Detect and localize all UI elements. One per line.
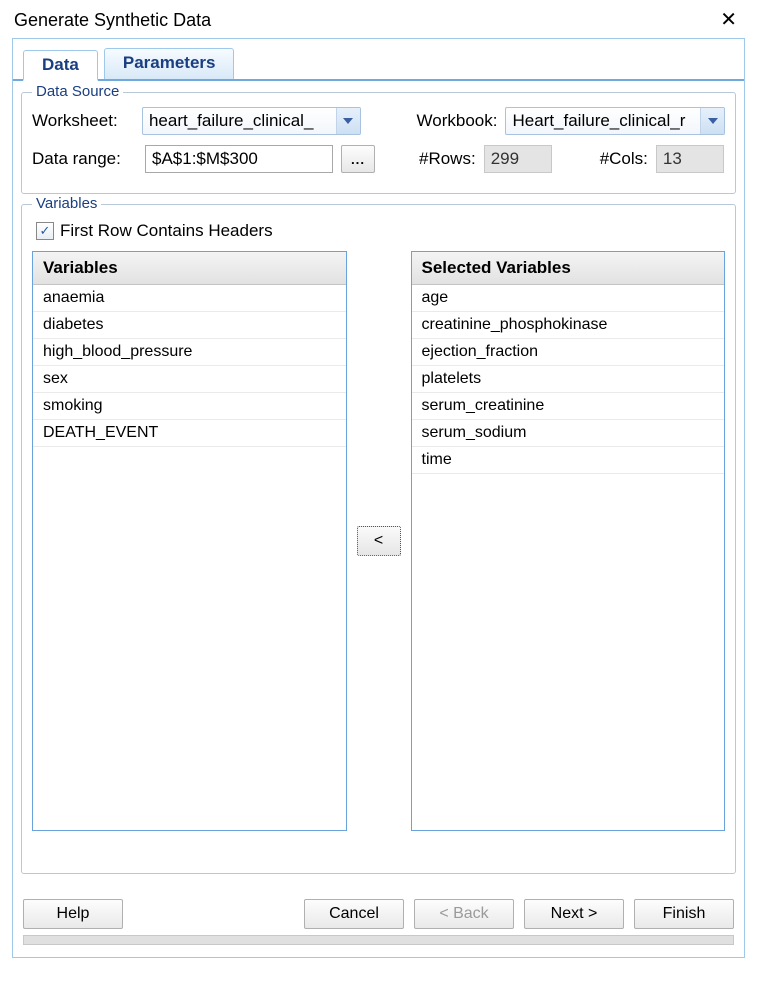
list-item[interactable]: ejection_fraction [412, 339, 725, 366]
selected-variables-header: Selected Variables [412, 252, 725, 285]
list-item[interactable]: serum_sodium [412, 420, 725, 447]
first-row-headers-checkbox[interactable]: ✓ [36, 222, 54, 240]
data-source-row-2: Data range: ... #Rows: 299 #Cols: 13 [32, 145, 725, 173]
workbook-value: Heart_failure_clinical_r [506, 108, 700, 134]
title-bar: Generate Synthetic Data ✕ [0, 0, 757, 38]
progress-strip [23, 935, 734, 945]
list-item[interactable]: time [412, 447, 725, 474]
variables-legend: Variables [32, 195, 101, 212]
list-item[interactable]: high_blood_pressure [33, 339, 346, 366]
variables-transfer-row: Variables anaemiadiabeteshigh_blood_pres… [32, 251, 725, 831]
data-source-group: Data Source Worksheet: heart_failure_cli… [21, 92, 736, 194]
worksheet-value: heart_failure_clinical_ [143, 108, 336, 134]
list-item[interactable]: smoking [33, 393, 346, 420]
available-variables-header: Variables [33, 252, 346, 285]
selected-variables-listbox[interactable]: Selected Variables agecreatinine_phospho… [411, 251, 726, 831]
first-row-headers-row: ✓ First Row Contains Headers [36, 221, 725, 241]
data-range-browse-button[interactable]: ... [341, 145, 375, 173]
worksheet-label: Worksheet: [32, 111, 134, 131]
available-variables-listbox[interactable]: Variables anaemiadiabeteshigh_blood_pres… [32, 251, 347, 831]
list-item[interactable]: diabetes [33, 312, 346, 339]
dialog-body: Data Parameters Data Source Worksheet: h… [12, 38, 745, 958]
worksheet-dropdown[interactable]: heart_failure_clinical_ [142, 107, 361, 135]
data-source-row-1: Worksheet: heart_failure_clinical_ Workb… [32, 107, 725, 135]
list-item[interactable]: platelets [412, 366, 725, 393]
cols-label: #Cols: [600, 149, 648, 169]
first-row-headers-label: First Row Contains Headers [60, 221, 273, 241]
tab-strip: Data Parameters [13, 38, 744, 81]
workbook-label: Workbook: [417, 111, 498, 131]
tab-data[interactable]: Data [23, 50, 98, 81]
list-item[interactable]: age [412, 285, 725, 312]
next-button[interactable]: Next > [524, 899, 624, 929]
selected-variables-items: agecreatinine_phosphokinaseejection_frac… [412, 285, 725, 830]
tab-parameters[interactable]: Parameters [104, 48, 235, 79]
back-button[interactable]: < Back [414, 899, 514, 929]
finish-button[interactable]: Finish [634, 899, 734, 929]
data-range-label: Data range: [32, 149, 137, 169]
cols-value: 13 [656, 145, 724, 173]
rows-label: #Rows: [419, 149, 476, 169]
available-variables-items: anaemiadiabeteshigh_blood_pressuresexsmo… [33, 285, 346, 830]
workbook-dropdown[interactable]: Heart_failure_clinical_r [505, 107, 725, 135]
cancel-button[interactable]: Cancel [304, 899, 404, 929]
chevron-down-icon [336, 108, 360, 134]
list-item[interactable]: DEATH_EVENT [33, 420, 346, 447]
list-item[interactable]: anaemia [33, 285, 346, 312]
chevron-down-icon [700, 108, 724, 134]
list-item[interactable]: serum_creatinine [412, 393, 725, 420]
data-range-input[interactable] [145, 145, 333, 173]
data-source-legend: Data Source [32, 83, 123, 100]
rows-value: 299 [484, 145, 552, 173]
variables-group: Variables ✓ First Row Contains Headers V… [21, 204, 736, 874]
list-item[interactable]: sex [33, 366, 346, 393]
dialog-title: Generate Synthetic Data [14, 10, 211, 31]
help-button[interactable]: Help [23, 899, 123, 929]
dialog-footer: Help Cancel < Back Next > Finish [13, 889, 744, 957]
list-item[interactable]: creatinine_phosphokinase [412, 312, 725, 339]
transfer-column: < [357, 251, 401, 831]
close-icon[interactable]: ✕ [714, 8, 743, 32]
transfer-left-button[interactable]: < [357, 526, 401, 556]
button-row: Help Cancel < Back Next > Finish [23, 899, 734, 929]
